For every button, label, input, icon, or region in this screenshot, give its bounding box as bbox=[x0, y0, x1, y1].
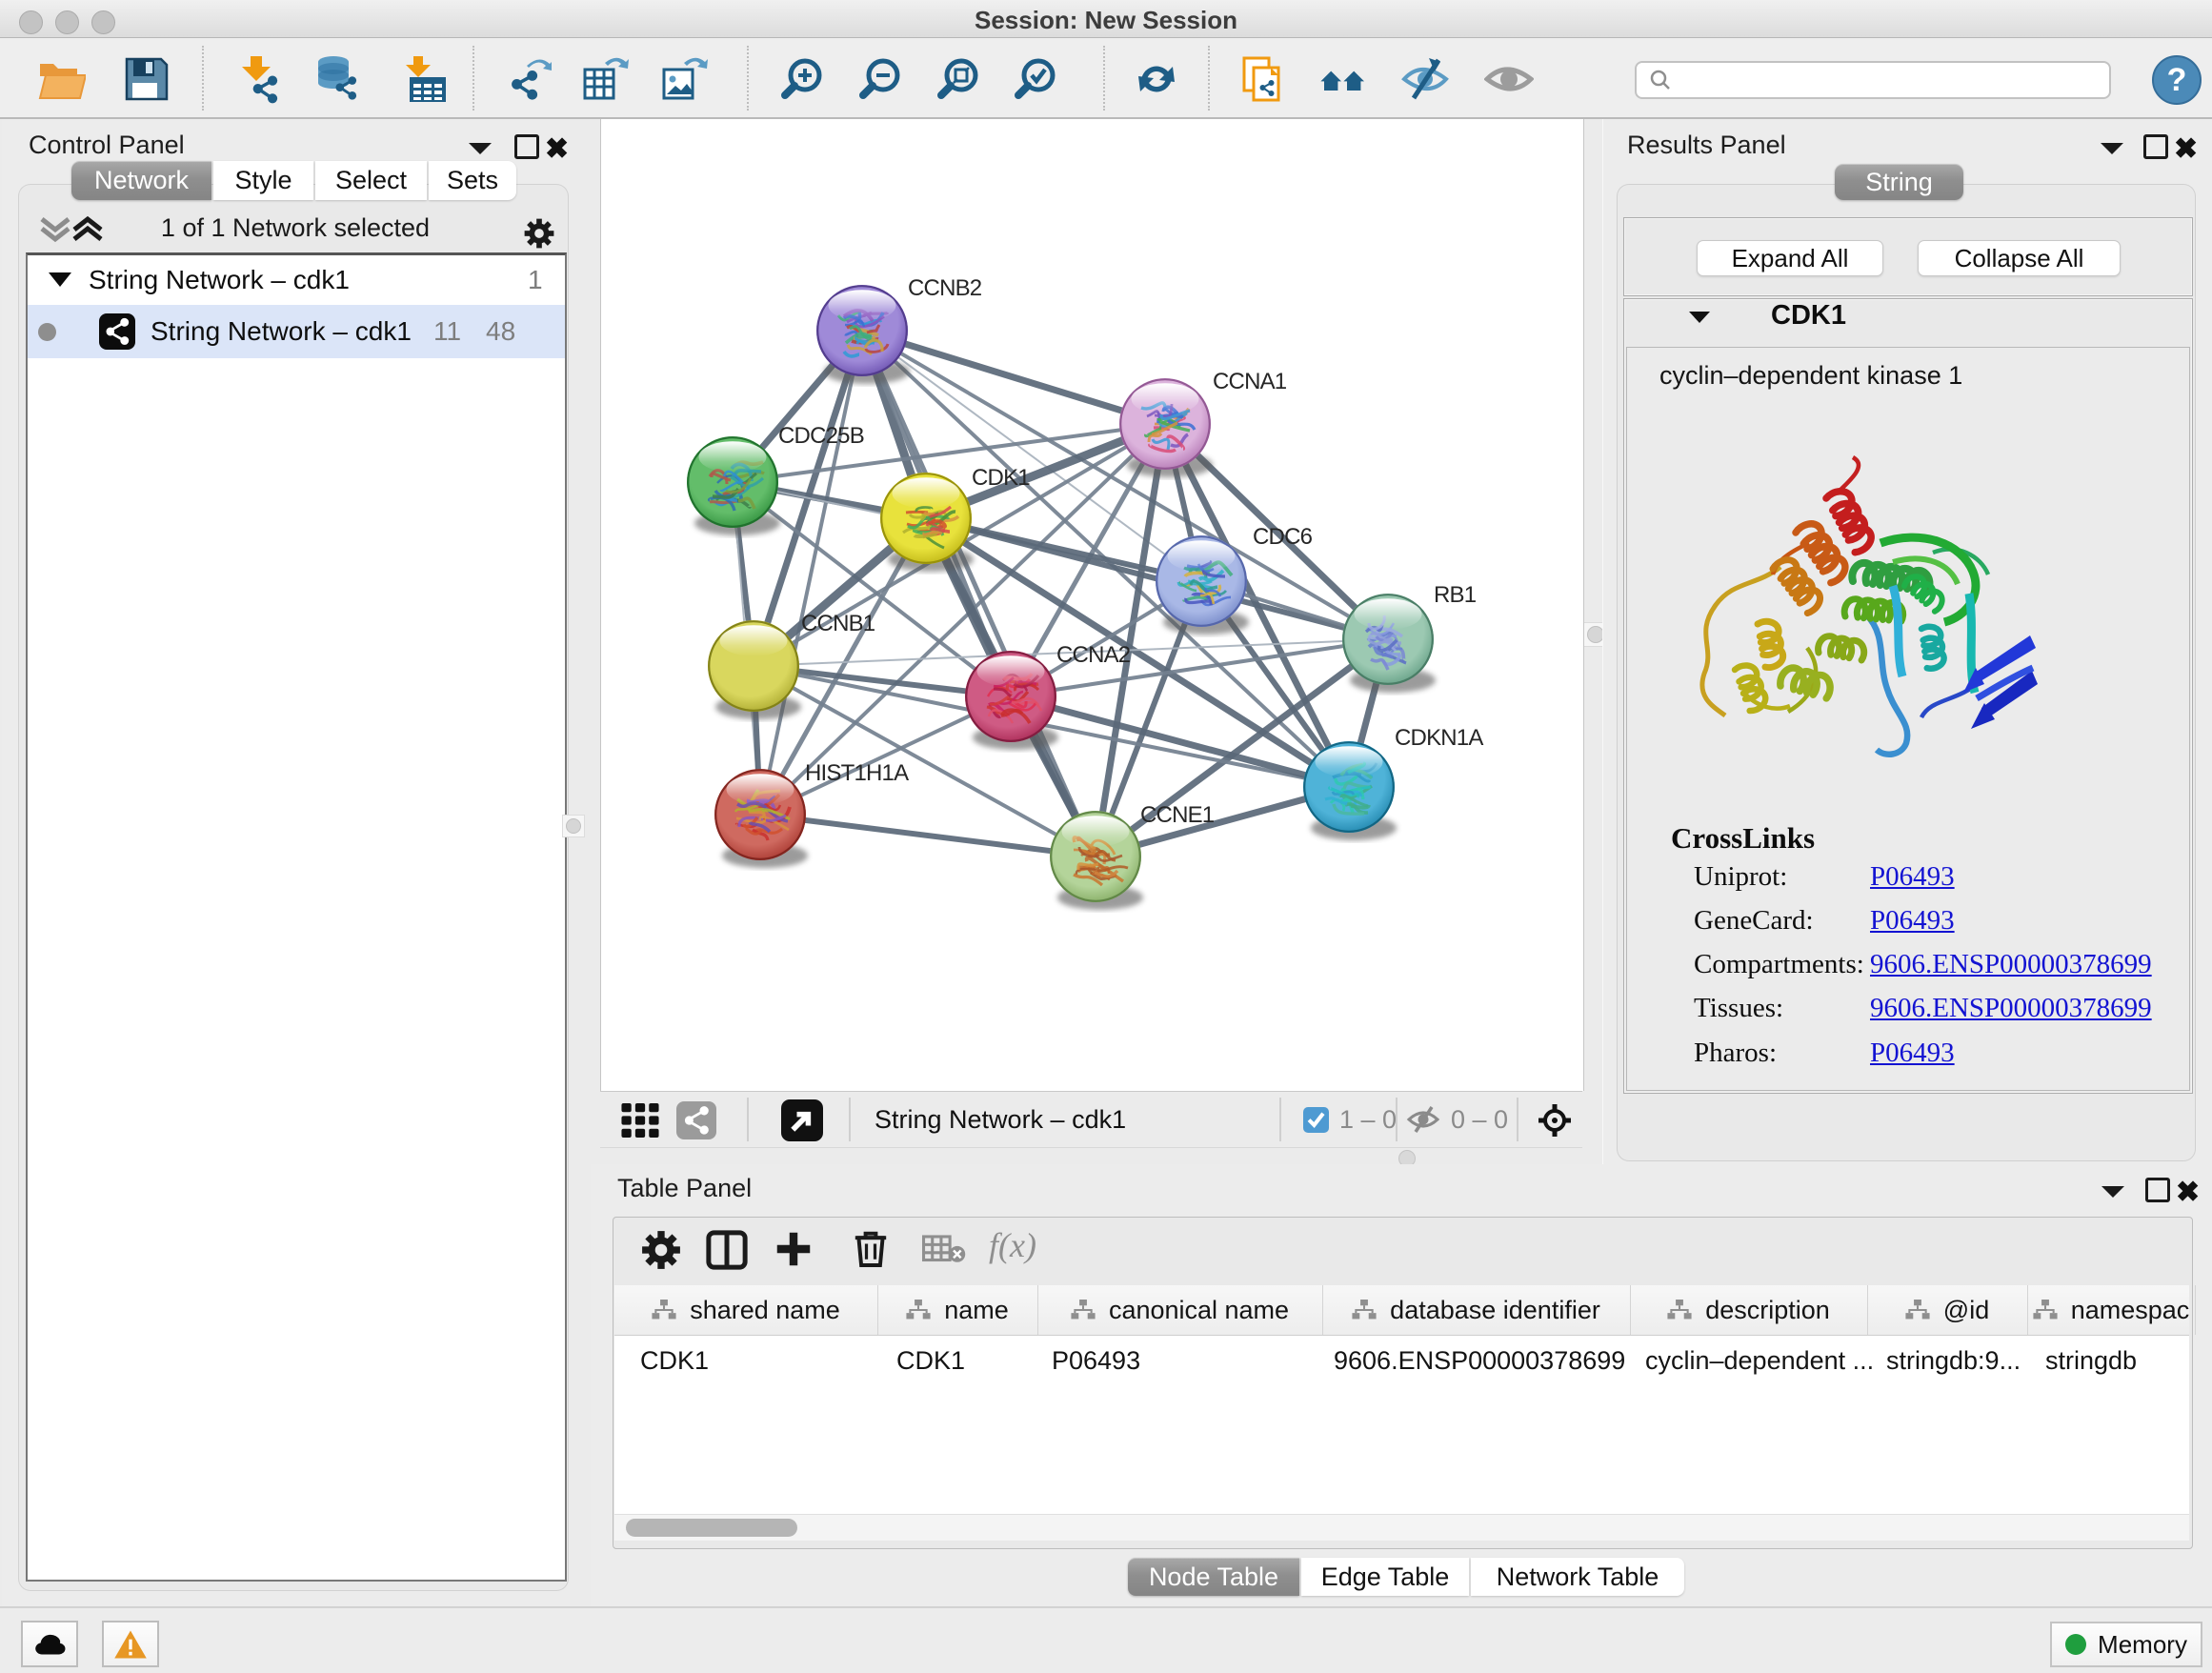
svg-text:CCNB2: CCNB2 bbox=[908, 275, 982, 301]
svg-text:HIST1H1A: HIST1H1A bbox=[805, 760, 909, 786]
svg-text:CDK1: CDK1 bbox=[972, 465, 1030, 491]
svg-text:CCNA1: CCNA1 bbox=[1213, 369, 1287, 394]
svg-text:CCNA2: CCNA2 bbox=[1056, 642, 1131, 668]
svg-text:RB1: RB1 bbox=[1434, 582, 1477, 608]
svg-text:CDC6: CDC6 bbox=[1253, 524, 1313, 550]
svg-text:CCNE1: CCNE1 bbox=[1140, 802, 1215, 828]
svg-text:CDC25B: CDC25B bbox=[778, 423, 864, 449]
svg-text:CCNB1: CCNB1 bbox=[801, 611, 875, 636]
svg-text:CDKN1A: CDKN1A bbox=[1395, 725, 1483, 751]
